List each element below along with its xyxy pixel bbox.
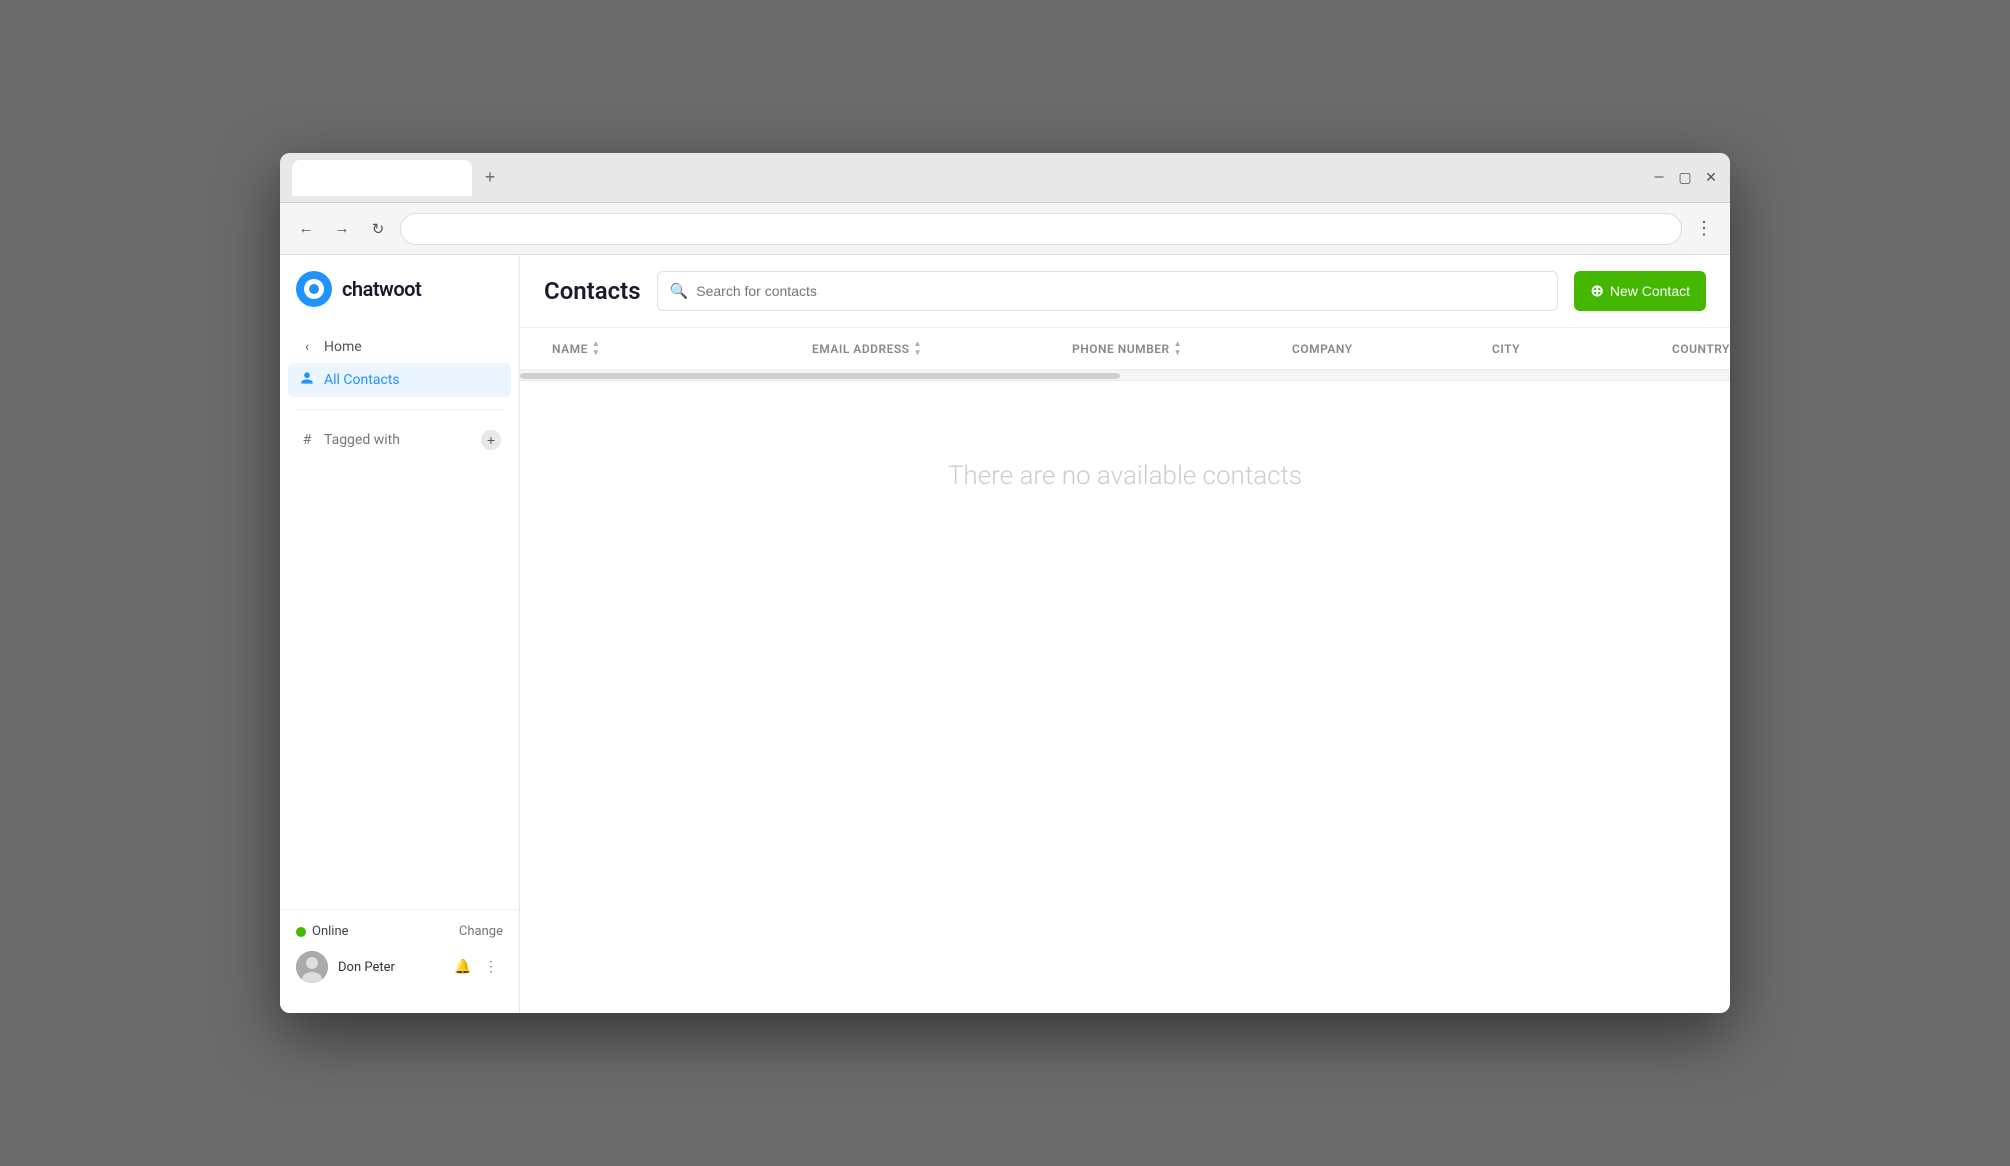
browser-menu-button[interactable]: ⋮: [1690, 215, 1718, 243]
app-content: chatwoot ‹ Home All Contacts: [280, 255, 1730, 1013]
empty-state-message: There are no available contacts: [948, 461, 1302, 491]
minimize-button[interactable]: —: [1652, 171, 1666, 185]
notification-icon[interactable]: 🔔: [451, 955, 475, 979]
close-button[interactable]: ✕: [1704, 171, 1718, 185]
tagged-with-item[interactable]: # Tagged with +: [288, 422, 511, 458]
column-city-label: CITY: [1492, 342, 1520, 356]
nav-bar: ← → ↻ ⋮: [280, 203, 1730, 255]
tagged-section: # Tagged with +: [280, 418, 519, 462]
status-label: Online: [312, 924, 453, 939]
sidebar-item-home-label: Home: [324, 339, 362, 355]
logo-dot: [309, 284, 319, 294]
change-status-link[interactable]: Change: [459, 924, 503, 939]
tagged-with-label: Tagged with: [324, 432, 400, 448]
sidebar-bottom: Online Change Don Peter 🔔 ⋮: [280, 909, 519, 997]
table-header: NAME ▲ ▼ EMAIL ADDRESS ▲ ▼: [520, 328, 1730, 371]
window-controls: — ▢ ✕: [1652, 171, 1718, 185]
user-row: Don Peter 🔔 ⋮: [296, 945, 503, 989]
new-contact-button[interactable]: ⊕ New Contact: [1574, 271, 1706, 311]
status-row: Online Change: [296, 918, 503, 945]
column-header-phone[interactable]: PHONE NUMBER ▲ ▼: [1064, 328, 1284, 369]
avatar: [296, 951, 328, 983]
contacts-table: NAME ▲ ▼ EMAIL ADDRESS ▲ ▼: [520, 328, 1730, 1013]
plus-icon: ⊕: [1590, 281, 1603, 301]
tab-area: +: [292, 160, 1644, 196]
tagged-add-button[interactable]: +: [481, 430, 501, 450]
logo-inner: [304, 279, 324, 299]
sort-name-icon: ▲ ▼: [592, 340, 600, 357]
user-name: Don Peter: [338, 960, 441, 975]
column-company-label: COMPANY: [1292, 342, 1353, 356]
column-phone-label: PHONE NUMBER: [1072, 342, 1170, 356]
table-scroll-strip: [520, 371, 1730, 381]
search-area: 🔍: [657, 271, 1559, 311]
sidebar-item-all-contacts[interactable]: All Contacts: [288, 363, 511, 397]
sidebar: chatwoot ‹ Home All Contacts: [280, 255, 520, 1013]
empty-state: There are no available contacts: [520, 381, 1730, 571]
nav-section: ‹ Home All Contacts: [280, 327, 519, 401]
forward-button[interactable]: →: [328, 215, 356, 243]
title-bar: + — ▢ ✕: [280, 153, 1730, 203]
user-menu-icon[interactable]: ⋮: [479, 955, 503, 979]
refresh-button[interactable]: ↻: [364, 215, 392, 243]
sidebar-item-all-contacts-label: All Contacts: [324, 372, 400, 388]
logo-area: chatwoot: [280, 271, 519, 327]
column-header-company: COMPANY: [1284, 330, 1484, 368]
new-tab-button[interactable]: +: [476, 164, 504, 192]
sidebar-item-home[interactable]: ‹ Home: [288, 331, 511, 363]
column-email-label: EMAIL ADDRESS: [812, 342, 909, 356]
search-input[interactable]: [696, 283, 1545, 299]
sort-email-icon: ▲ ▼: [913, 340, 921, 357]
column-header-country: COUNTRY: [1664, 330, 1730, 368]
back-button[interactable]: ←: [292, 215, 320, 243]
scroll-thumb: [520, 373, 1120, 379]
sidebar-divider: [296, 409, 503, 410]
contacts-header: Contacts 🔍 ⊕ New Contact: [520, 255, 1730, 328]
column-header-name[interactable]: NAME ▲ ▼: [544, 328, 804, 369]
search-input-wrapper: 🔍: [657, 271, 1559, 311]
new-contact-label: New Contact: [1610, 283, 1690, 299]
column-country-label: COUNTRY: [1672, 342, 1730, 356]
column-header-city: CITY: [1484, 330, 1664, 368]
hash-icon: #: [298, 432, 316, 448]
sort-phone-icon: ▲ ▼: [1174, 340, 1182, 357]
main-content: Contacts 🔍 ⊕ New Contact NAME: [520, 255, 1730, 1013]
browser-window: + — ▢ ✕ ← → ↻ ⋮ chatwoot: [280, 153, 1730, 1013]
column-name-label: NAME: [552, 342, 588, 356]
contacts-icon: [298, 371, 316, 389]
page-title: Contacts: [544, 277, 641, 305]
logo-icon: [296, 271, 332, 307]
address-bar[interactable]: [400, 213, 1682, 245]
maximize-button[interactable]: ▢: [1678, 171, 1692, 185]
browser-tab[interactable]: [292, 160, 472, 196]
search-icon: 🔍: [670, 282, 689, 300]
chevron-left-icon: ‹: [298, 339, 316, 355]
logo-text: chatwoot: [342, 277, 421, 301]
column-header-email[interactable]: EMAIL ADDRESS ▲ ▼: [804, 328, 1064, 369]
online-status-dot: [296, 927, 306, 937]
user-actions: 🔔 ⋮: [451, 955, 503, 979]
